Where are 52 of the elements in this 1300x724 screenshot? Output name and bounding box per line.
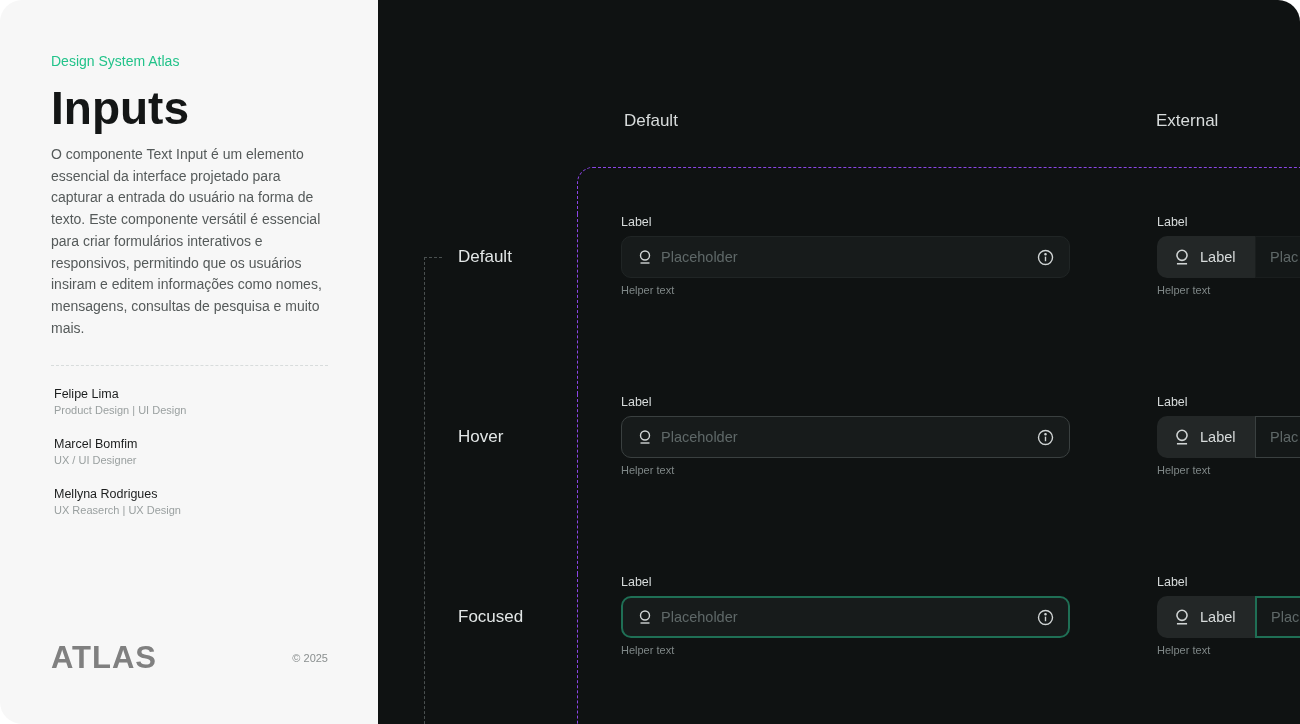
circle-line-icon [637,609,653,625]
text-input[interactable]: Placeholder [661,429,1029,445]
text-input[interactable]: Plac [1271,609,1300,625]
info-icon [1037,428,1054,446]
helper-text: Helper text [621,284,676,297]
text-field[interactable]: Placeholder [621,416,1070,458]
helper-text: Helper text [621,464,676,477]
text-input[interactable]: Plac [1270,249,1300,265]
info-icon [1037,608,1054,626]
author-name: Marcel Bomfim [54,437,139,453]
text-input[interactable]: Plac [1270,429,1300,445]
text-input[interactable]: Placeholder [661,609,1029,625]
input-field[interactable]: Plac [1255,236,1300,278]
author-name: Felipe Lima [54,387,120,403]
helper-text: Helper text [1157,464,1212,477]
input-field[interactable]: Plac [1255,596,1300,638]
circle-line-icon [637,429,653,445]
author-role: Product Design | UI Design [54,404,188,418]
helper-text: Helper text [1157,284,1212,297]
text-field[interactable]: Placeholder [621,236,1070,278]
helper-text: Helper text [1157,644,1212,657]
field-label: Label [1157,394,1189,410]
description: O componente Text Input é um elemento essencial da interface projetado para capturar a entrada do usuário na forma de texto. Este componente versátil é essencial para criar formulários interativos e responsivos, permitindo que os usuários insiram e editem informações como nomes, mensagens, consultas de pesquisa e muito mais. [51,145,323,338]
circle-line-icon [1173,428,1191,446]
circle-line-icon [1173,608,1191,626]
addon-label: Label [1200,249,1236,265]
field-label: Label [1157,574,1189,590]
field-label: Label [621,214,653,230]
text-input[interactable]: Placeholder [661,249,1029,265]
row-label: Default [458,247,512,266]
field-label: Label [1157,214,1189,230]
input-field[interactable]: Plac [1255,416,1300,458]
addon-label: Label [1200,609,1236,625]
author-role: UX / UI Designer [54,454,138,468]
field-label: Label [621,574,653,590]
column-heading: External [1156,110,1220,132]
addon-label: Label [1200,429,1236,445]
text-field[interactable]: Placeholder [621,596,1070,638]
circle-line-icon [1173,248,1191,266]
field-label: Label [621,394,653,410]
row-label: Focused [458,607,524,626]
eyebrow-text: Design System Atlas [51,52,181,70]
column-heading: Default [624,110,679,132]
info-icon [1037,248,1054,266]
logo: ATLAS [51,640,158,676]
circle-line-icon [637,249,653,265]
copyright: © 2025 [292,652,328,664]
author-name: Mellyna Rodrigues [54,487,159,503]
author-role: UX Reaserch | UX Design [54,504,182,518]
helper-text: Helper text [621,644,676,657]
row-label: Hover [458,427,504,446]
page-title: Inputs [51,82,190,134]
